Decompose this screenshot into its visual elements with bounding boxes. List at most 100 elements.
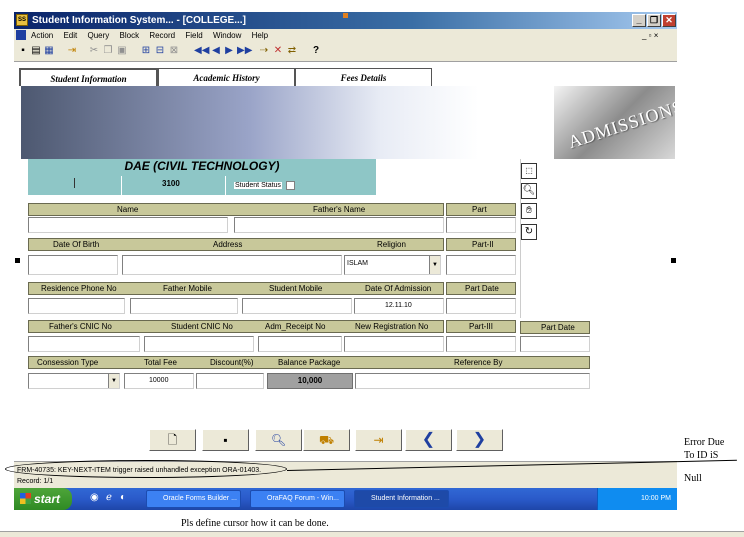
total-fee-value: 10000 (149, 377, 169, 384)
reference-field[interactable] (355, 373, 590, 389)
zoom-tool-icon[interactable]: 🔍︎ (521, 183, 537, 199)
minimize-button[interactable]: _ (632, 14, 646, 27)
concession-select[interactable]: ▼ (28, 373, 120, 389)
print-setup-icon[interactable]: ▦ (43, 45, 55, 57)
adm-receipt-label: Adm_Receipt No (265, 322, 326, 331)
adm-receipt-field[interactable] (258, 336, 342, 352)
tab-student-information[interactable]: Student Information (19, 68, 158, 86)
quicklaunch-desktop-icon[interactable]: ◉ (90, 492, 99, 503)
cut-icon[interactable]: ✂ (88, 45, 100, 57)
search-button[interactable]: 🔍︎ (255, 429, 302, 451)
copy-icon[interactable]: ❐ (102, 45, 114, 57)
part3-field[interactable] (446, 336, 516, 352)
father-mobile-field[interactable] (130, 298, 238, 314)
part2-header: Part-II (446, 238, 516, 251)
restore-button[interactable]: ❐ (647, 14, 661, 27)
father-name-label: Father's Name (313, 205, 366, 214)
address-field[interactable] (122, 255, 342, 275)
previous-block-icon[interactable]: ◀◀ (194, 45, 209, 57)
previous-button[interactable]: ❮ (405, 429, 452, 451)
menu-window[interactable]: Window (213, 31, 241, 40)
religion-select[interactable]: ISLAM ▼ (344, 255, 441, 275)
chevron-down-icon[interactable]: ▼ (108, 374, 119, 388)
tab-fees-details[interactable]: Fees Details (295, 68, 432, 86)
print-icon[interactable]: ▤ (30, 45, 42, 57)
app-icon: SS (16, 14, 28, 26)
part2-label: Part-II (472, 240, 494, 249)
quicklaunch-ie-icon[interactable]: ℯ (106, 492, 112, 503)
enter-query-icon[interactable]: ⊞ (140, 45, 152, 57)
part-date-field[interactable] (446, 298, 516, 314)
delivery-button[interactable]: ⛟ (303, 429, 350, 451)
truck-icon: ⛟ (318, 433, 335, 447)
part2-field[interactable] (446, 255, 516, 275)
row4-header: Father's CNIC No Student CNIC No Adm_Rec… (28, 320, 444, 333)
date-admission-field[interactable]: 12.11.10 (354, 298, 444, 314)
menu-record[interactable]: Record (149, 31, 175, 40)
menu-field[interactable]: Field (185, 31, 202, 40)
part-field[interactable] (446, 217, 516, 233)
help-icon[interactable]: ? (310, 45, 322, 57)
discount-field[interactable] (196, 373, 264, 389)
remove-record-icon[interactable]: ✕ (272, 45, 284, 57)
part-date2-header: Part Date (520, 321, 590, 334)
menu-edit[interactable]: Edit (63, 31, 77, 40)
reference-label: Reference By (454, 358, 503, 367)
quicklaunch-media-icon[interactable]: ◐ (120, 492, 126, 503)
new-reg-field[interactable] (344, 336, 444, 352)
tab-academic-history[interactable]: Academic History (158, 68, 295, 86)
previous-record-icon[interactable]: ◀ (210, 45, 222, 57)
menu-help[interactable]: Help (252, 31, 268, 40)
name-field[interactable] (28, 217, 228, 233)
menu-action[interactable]: Action (31, 31, 53, 40)
dob-field[interactable] (28, 255, 118, 275)
save-icon[interactable]: ▪ (17, 45, 29, 57)
task-oracle-forms[interactable]: Oracle Forms Builder ... (146, 490, 241, 508)
next-block-icon[interactable]: ▶▶ (237, 45, 252, 57)
next-record-icon[interactable]: ▶ (223, 45, 235, 57)
exit-icon[interactable]: ⇥ (66, 45, 78, 57)
row3-header: Residence Phone No Father Mobile Student… (28, 282, 444, 295)
cancel-query-icon[interactable]: ⊠ (168, 45, 180, 57)
total-fee-field[interactable]: 10000 (124, 373, 194, 389)
menu-block[interactable]: Block (120, 31, 140, 40)
part3-label: Part-III (469, 322, 494, 331)
student-status-checkbox[interactable] (286, 181, 295, 190)
new-record-button[interactable]: 🗋︎ (149, 429, 196, 451)
lock-record-icon[interactable]: ⇄ (286, 45, 298, 57)
row5-header: Consession Type Total Fee Discount(%) Ba… (28, 356, 590, 369)
chevron-down-icon[interactable]: ▼ (429, 256, 440, 274)
insert-record-icon[interactable]: ⇢ (258, 45, 270, 57)
res-phone-field[interactable] (28, 298, 125, 314)
rotate-tool-icon[interactable]: ↻ (521, 224, 537, 240)
program-field-divider (74, 178, 75, 188)
task-student-information[interactable]: Student Information ... (354, 490, 449, 508)
father-cnic-field[interactable] (28, 336, 140, 352)
clock: 10:00 PM (641, 495, 671, 502)
search-icon: 🔍︎ (270, 433, 287, 447)
exit-button[interactable]: ⇥ (355, 429, 402, 451)
close-button[interactable]: ✕ (662, 14, 676, 27)
student-mobile-label: Student Mobile (269, 284, 323, 293)
part-date2-label: Part Date (541, 323, 575, 332)
next-button[interactable]: ❯ (456, 429, 503, 451)
error-highlight-ellipse (5, 460, 287, 478)
execute-query-icon[interactable]: ⊟ (154, 45, 166, 57)
student-cnic-field[interactable] (144, 336, 254, 352)
exit-icon: ⇥ (373, 433, 384, 447)
admissions-image-text: ADMISSIONS (565, 95, 675, 153)
student-mobile-field[interactable] (242, 298, 352, 314)
part-date2-field[interactable] (520, 336, 590, 352)
balance-label: Balance Package (278, 358, 341, 367)
menu-query[interactable]: Query (88, 31, 110, 40)
father-name-field[interactable] (234, 217, 444, 233)
task-orafaq-forum[interactable]: OraFAQ Forum - Win... (250, 490, 345, 508)
select-tool-icon[interactable]: ⬚ (521, 163, 537, 179)
mdi-controls[interactable]: _ ▫ × (642, 29, 658, 42)
hand-tool-icon[interactable]: ✋︎ (521, 203, 537, 219)
paste-icon[interactable]: ▣ (116, 45, 128, 57)
right-panel (520, 159, 667, 318)
system-tray: 10:00 PM (597, 488, 677, 510)
new-document-icon: 🗋︎ (167, 433, 178, 447)
save-button[interactable]: ▪ (202, 429, 249, 451)
